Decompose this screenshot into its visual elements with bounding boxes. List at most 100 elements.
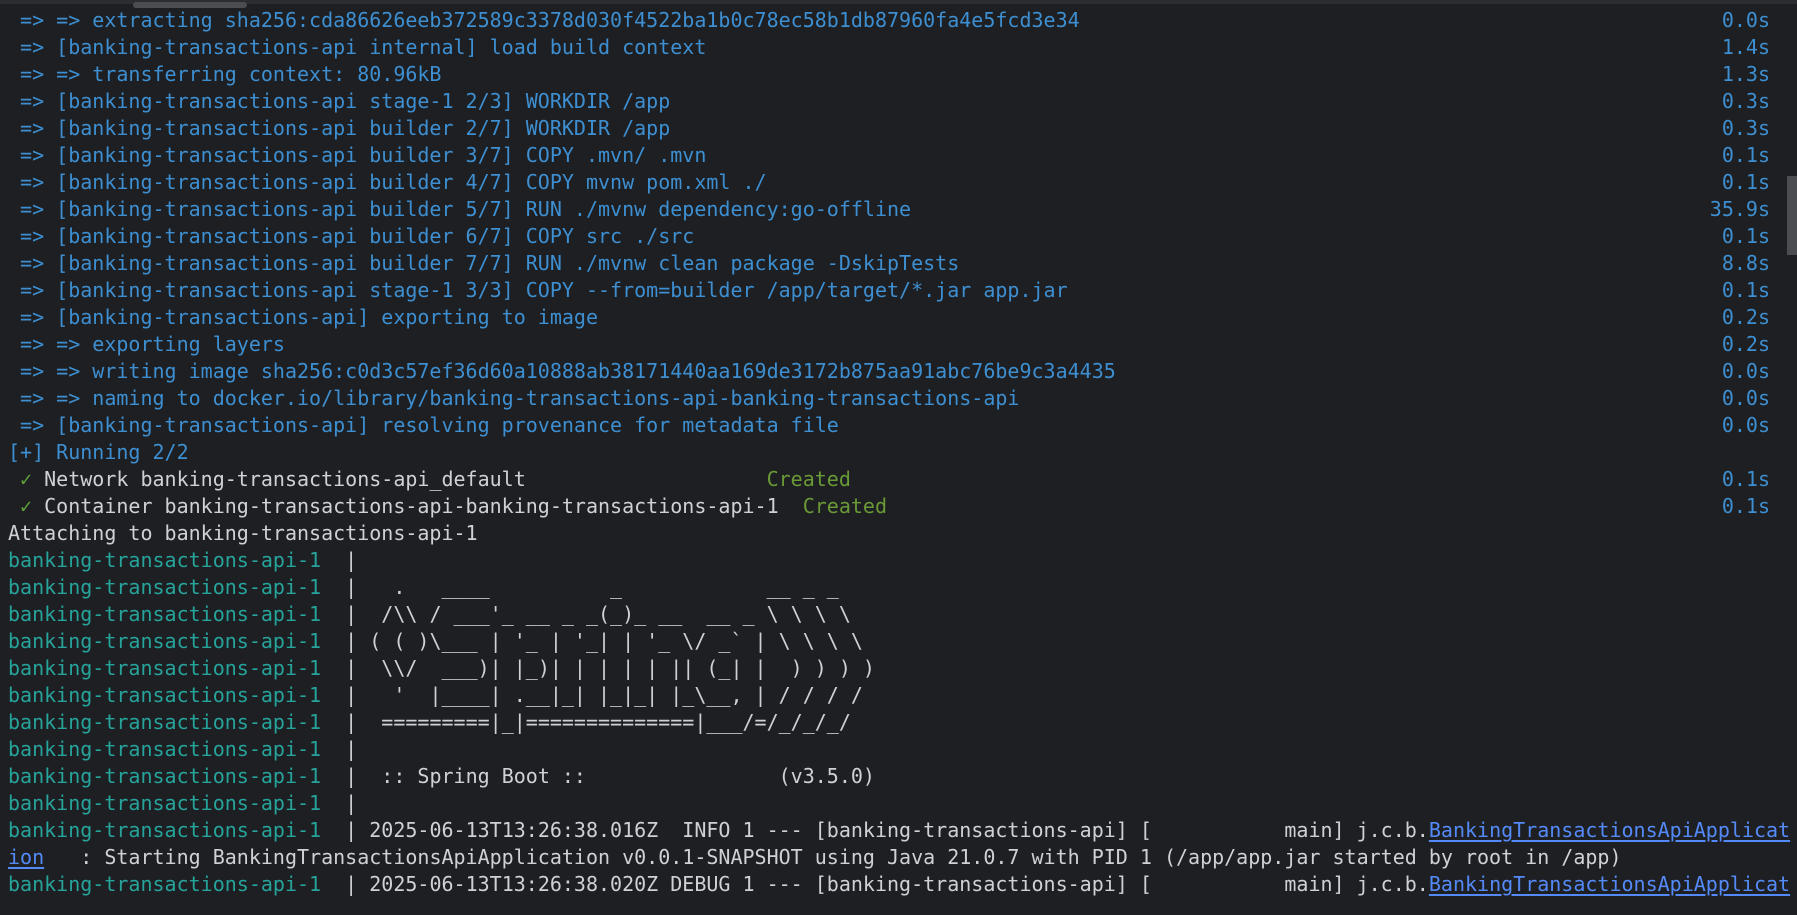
terminal-line: => => naming to docker.io/library/bankin… xyxy=(8,385,1778,412)
terminal-line: banking-transactions-api-1 | :: Spring B… xyxy=(8,763,1778,790)
build-step-text: => [banking-transactions-api builder 3/7… xyxy=(8,143,707,167)
step-duration: 0.1s xyxy=(1721,467,1770,491)
build-step-text: => => writing image sha256:c0d3c57ef36d6… xyxy=(8,359,1116,383)
step-duration: 0.2s xyxy=(1721,332,1770,356)
build-step-text: => [banking-transactions-api builder 5/7… xyxy=(8,197,912,221)
step-duration: 0.1s xyxy=(1721,278,1770,302)
class-link[interactable]: ion xyxy=(8,845,44,869)
terminal-output: => => extracting sha256:cda86626eeb37258… xyxy=(8,7,1790,898)
log-text: | xyxy=(345,548,358,572)
build-step-text: [+] Running 2/2 xyxy=(8,440,189,464)
log-text: | \\/ ___)| |_)| | | | | || (_| | ) ) ) … xyxy=(345,656,875,680)
terminal-line: banking-transactions-api-1 | . ____ _ __… xyxy=(8,574,1778,601)
build-step-text: => [banking-transactions-api builder 7/7… xyxy=(8,251,960,275)
check-icon: ✓ xyxy=(8,494,45,518)
container-prefix: banking-transactions-api-1 xyxy=(8,575,346,599)
terminal-line: banking-transactions-api-1 | =========|_… xyxy=(8,709,1778,736)
log-text: | xyxy=(345,791,358,815)
log-text: | =========|_|==============|___/=/_/_/_… xyxy=(345,710,851,734)
container-prefix: banking-transactions-api-1 xyxy=(8,710,346,734)
terminal-line: banking-transactions-api-1 | xyxy=(8,736,1778,763)
container-prefix: banking-transactions-api-1 xyxy=(8,872,346,896)
build-step-text: => [banking-transactions-api] exporting … xyxy=(8,305,599,329)
terminal-line: banking-transactions-api-1 | \\/ ___)| |… xyxy=(8,655,1778,682)
terminal-line: => [banking-transactions-api stage-1 3/3… xyxy=(8,277,1778,304)
log-text: | 2025-06-13T13:26:38.020Z DEBUG 1 --- [… xyxy=(345,872,1429,896)
step-duration: 1.3s xyxy=(1721,62,1770,86)
build-step-text: => => naming to docker.io/library/bankin… xyxy=(8,386,1020,410)
terminal-line: => => extracting sha256:cda86626eeb37258… xyxy=(8,7,1778,34)
class-link[interactable]: BankingTransactionsApiApplicat xyxy=(1429,818,1790,842)
terminal-top-edge xyxy=(0,0,1797,4)
terminal-line: => => transferring context: 80.96kB 1.3s xyxy=(8,61,1778,88)
vertical-scrollbar-thumb[interactable] xyxy=(1787,176,1797,255)
terminal-line: banking-transactions-api-1 | 2025-06-13T… xyxy=(8,817,1790,844)
terminal-line: => [banking-transactions-api builder 5/7… xyxy=(8,196,1778,223)
terminal-line: banking-transactions-api-1 | xyxy=(8,790,1778,817)
step-duration: 0.0s xyxy=(1721,359,1770,383)
container-prefix: banking-transactions-api-1 xyxy=(8,791,346,815)
container-prefix: banking-transactions-api-1 xyxy=(8,737,346,761)
step-duration: 0.0s xyxy=(1721,386,1770,410)
build-step-text: => => transferring context: 80.96kB xyxy=(8,62,442,86)
step-duration: 0.1s xyxy=(1721,494,1770,518)
status-created: Created xyxy=(802,494,888,518)
terminal-line: => => exporting layers 0.2s xyxy=(8,331,1778,358)
step-duration: 0.2s xyxy=(1721,305,1770,329)
log-text: Container banking-transactions-api-banki… xyxy=(44,494,803,518)
terminal-line: banking-transactions-api-1 | ' |____| ._… xyxy=(8,682,1778,709)
container-prefix: banking-transactions-api-1 xyxy=(8,656,346,680)
check-icon: ✓ xyxy=(8,467,45,491)
container-prefix: banking-transactions-api-1 xyxy=(8,764,346,788)
log-text: | xyxy=(345,737,358,761)
terminal-line: => [banking-transactions-api builder 7/7… xyxy=(8,250,1778,277)
terminal-line: [+] Running 2/2 xyxy=(8,439,1778,466)
log-text: | . ____ _ __ _ _ xyxy=(345,575,839,599)
log-text: | /\\ / ___'_ __ _ _(_)_ __ __ _ \ \ \ \ xyxy=(345,602,851,626)
log-text: Attaching to banking-transactions-api-1 xyxy=(8,521,478,545)
container-prefix: banking-transactions-api-1 xyxy=(8,629,346,653)
log-text: | ( ( )\___ | '_ | '_| | '_ \/ _` | \ \ … xyxy=(345,629,863,653)
build-step-text: => [banking-transactions-api stage-1 3/3… xyxy=(8,278,1068,302)
build-step-text: => [banking-transactions-api internal] l… xyxy=(8,35,707,59)
terminal-line: banking-transactions-api-1 | 2025-06-13T… xyxy=(8,871,1790,898)
step-duration: 1.4s xyxy=(1721,35,1770,59)
status-created: Created xyxy=(766,467,851,491)
log-text: | :: Spring Boot :: (v3.5.0) xyxy=(345,764,875,788)
build-step-text: => [banking-transactions-api builder 2/7… xyxy=(8,116,671,140)
terminal-line: => [banking-transactions-api] exporting … xyxy=(8,304,1778,331)
step-duration: 0.1s xyxy=(1721,143,1770,167)
terminal-line: => [banking-transactions-api builder 3/7… xyxy=(8,142,1778,169)
step-duration: 0.3s xyxy=(1721,89,1770,113)
terminal-line: banking-transactions-api-1 | ( ( )\___ |… xyxy=(8,628,1778,655)
log-text: : Starting BankingTransactionsApiApplica… xyxy=(44,845,1622,869)
terminal-line: => [banking-transactions-api builder 2/7… xyxy=(8,115,1778,142)
build-step-text: => [banking-transactions-api] resolving … xyxy=(8,413,839,437)
terminal-line: banking-transactions-api-1 | /\\ / ___'_… xyxy=(8,601,1778,628)
terminal-line: => [banking-transactions-api builder 6/7… xyxy=(8,223,1778,250)
build-step-text: => [banking-transactions-api stage-1 2/3… xyxy=(8,89,671,113)
terminal-line: ion : Starting BankingTransactionsApiApp… xyxy=(8,844,1778,871)
container-prefix: banking-transactions-api-1 xyxy=(8,602,346,626)
container-prefix: banking-transactions-api-1 xyxy=(8,818,346,842)
build-step-text: => [banking-transactions-api builder 6/7… xyxy=(8,224,695,248)
container-prefix: banking-transactions-api-1 xyxy=(8,683,346,707)
terminal-line: ✓ Network banking-transactions-api_defau… xyxy=(8,466,1778,493)
log-text: | ' |____| .__|_| |_|_| |_\__, | / / / / xyxy=(345,683,863,707)
step-duration: 0.1s xyxy=(1721,224,1770,248)
terminal-line: => [banking-transactions-api internal] l… xyxy=(8,34,1778,61)
log-text: Network banking-transactions-api_default xyxy=(44,467,767,491)
step-duration: 0.0s xyxy=(1721,8,1770,32)
step-duration: 0.1s xyxy=(1721,170,1770,194)
class-link[interactable]: BankingTransactionsApiApplicat xyxy=(1429,872,1790,896)
build-step-text: => => exporting layers xyxy=(8,332,285,356)
terminal-line: => => writing image sha256:c0d3c57ef36d6… xyxy=(8,358,1778,385)
terminal-line: => [banking-transactions-api builder 4/7… xyxy=(8,169,1778,196)
terminal-line: ✓ Container banking-transactions-api-ban… xyxy=(8,493,1778,520)
step-duration: 8.8s xyxy=(1721,251,1770,275)
terminal-line: banking-transactions-api-1 | xyxy=(8,547,1778,574)
container-prefix: banking-transactions-api-1 xyxy=(8,548,346,572)
step-duration: 0.3s xyxy=(1721,116,1770,140)
build-step-text: => [banking-transactions-api builder 4/7… xyxy=(8,170,767,194)
terminal-line: Attaching to banking-transactions-api-1 xyxy=(8,520,1778,547)
